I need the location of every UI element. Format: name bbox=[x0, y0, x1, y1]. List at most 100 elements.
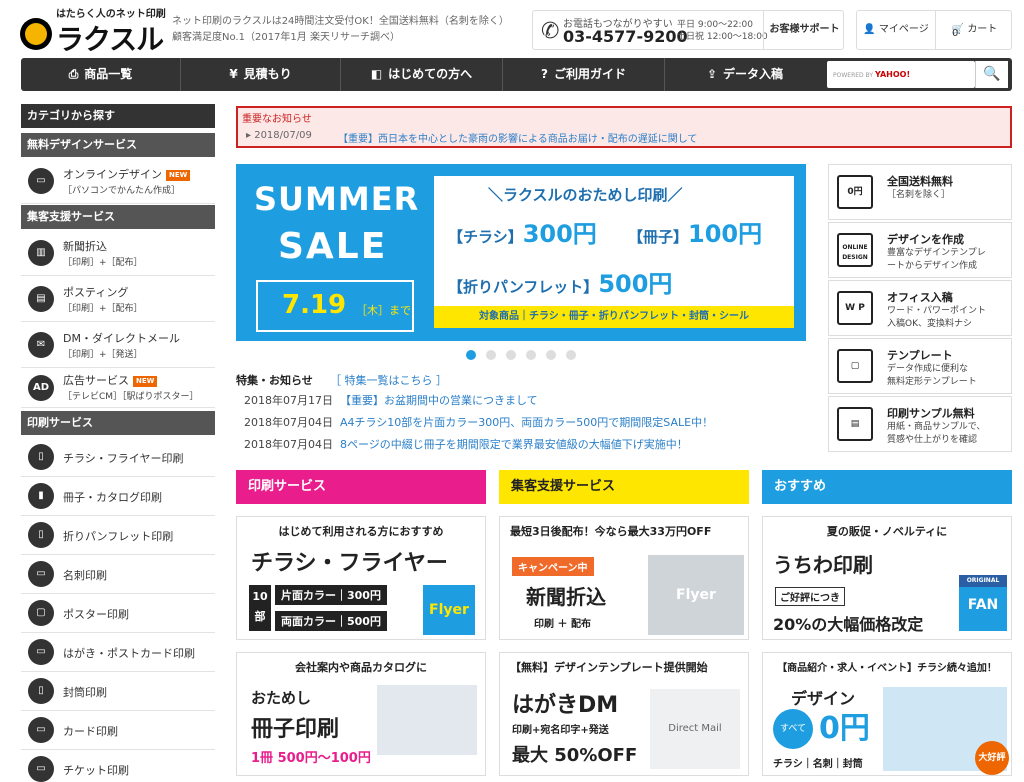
sidebar-item-dm[interactable]: ✉ DM・ダイレクトメール ［印刷］+［発送］ bbox=[21, 322, 215, 368]
card-title: 冊子印刷 bbox=[251, 717, 340, 742]
sidebar-item-postcard[interactable]: ▭ はがき・ポストカード印刷 bbox=[21, 633, 215, 672]
sidebar: カテゴリから探す 無料デザインサービス ▭ オンラインデザイン NEW ［パソコン… bbox=[21, 104, 215, 782]
person-icon: 👤 bbox=[863, 24, 879, 35]
news-text: A4チラシ10部を片面カラー300円、両面カラー500円で期間限定SALE中！ bbox=[340, 416, 714, 429]
news-item[interactable]: 2018年07月04日 8ページの中綴じ冊子を期間限定で業界最安値級の大幅値下げ実… bbox=[244, 436, 688, 452]
card-bubble: すべて bbox=[773, 709, 813, 749]
ticket-icon: ▭ bbox=[28, 756, 54, 782]
section-print-service[interactable]: 印刷サービス bbox=[236, 470, 486, 504]
carousel-dot[interactable] bbox=[466, 350, 476, 360]
tagline-line-1: ネット印刷のラクスルは24時間注文受付OK！全国送料無料（名刺を除く） bbox=[172, 16, 509, 27]
nav-products[interactable]: ⎙ 商品一覧 bbox=[21, 58, 181, 91]
sidebar-item-cardprint[interactable]: ▭ カード印刷 bbox=[21, 711, 215, 750]
feature-sub-line: 無料定形テンプレート bbox=[887, 377, 977, 387]
card-price: 0円 bbox=[819, 711, 870, 746]
card-postcard-dm[interactable]: 【無料】デザインテンプレート提供開始 はがきDM 印刷+宛名印字+発送 最大 5… bbox=[499, 652, 749, 776]
card-newspaper[interactable]: 最短3日後配布！今なら最大33万円OFF キャンペーン中 新聞折込 印刷 ＋ 配… bbox=[499, 516, 749, 640]
feature-sub-line: 質感や仕上がりを確認 bbox=[887, 435, 978, 445]
section-promo-service[interactable]: 集客支援サービス bbox=[499, 470, 749, 504]
sidebar-item-pamphlet[interactable]: ▯ 折りパンフレット印刷 bbox=[21, 516, 215, 555]
sidebar-item-card[interactable]: ▭ 名刺印刷 bbox=[21, 555, 215, 594]
feature-sub: ［名刺を除く］ bbox=[887, 189, 950, 202]
search-powered: POWERED BY bbox=[833, 72, 874, 79]
banner-offer-booklet: 【冊子】100円 bbox=[628, 214, 762, 249]
search-input[interactable]: POWERED BY YAHOO! bbox=[827, 61, 975, 88]
mailbox-icon: ▤ bbox=[28, 286, 54, 312]
campaign-tag: キャンペーン中 bbox=[512, 557, 594, 576]
nav-upload[interactable]: ⇪ データ入稿 bbox=[665, 58, 825, 91]
cart-button[interactable]: 0 🛒 カート bbox=[935, 11, 1013, 49]
banner-headline: ＼ラクスルのおためし印刷／ bbox=[488, 186, 683, 204]
card-discount: 20%の大幅価格改定 bbox=[773, 615, 924, 634]
card-booklet[interactable]: 会社案内や商品カタログに おためし 冊子印刷 1冊 500円～100円 bbox=[236, 652, 486, 776]
news-item[interactable]: 2018年07月17日 【重要】お盆期間中の営業につきまして bbox=[244, 392, 538, 408]
sidebar-item-ad[interactable]: AD 広告サービス NEW ［テレビCM］［駅ばりポスター］ bbox=[21, 368, 215, 408]
site-tagline: ネット印刷のラクスルは24時間注文受付OK！全国送料無料（名刺を除く） 顧客満足… bbox=[172, 14, 509, 46]
card-flyer[interactable]: はじめて利用される方におすすめ チラシ・フライヤー 10部 片面カラー｜300円… bbox=[236, 516, 486, 640]
carousel-dot[interactable] bbox=[486, 350, 496, 360]
sidebar-item-sub: ［印刷］+［配布］ bbox=[63, 304, 143, 314]
carousel-dot[interactable] bbox=[566, 350, 576, 360]
card-fan[interactable]: 夏の販促・ノベルティに うちわ印刷 ご好評につき 20%の大幅価格改定 ORIG… bbox=[762, 516, 1012, 640]
nav-beginner[interactable]: ◧ はじめての方へ bbox=[341, 58, 503, 91]
sidebar-item-ticket[interactable]: ▭ チケット印刷 bbox=[21, 750, 215, 782]
sidebar-item-poster[interactable]: ▢ ポスター印刷 bbox=[21, 594, 215, 633]
hours-weekday: 平日 9:00～22:00 bbox=[677, 20, 754, 30]
sidebar-item-envelope[interactable]: ▯ 封筒印刷 bbox=[21, 672, 215, 711]
feature-design[interactable]: ONLINE DESIGN デザインを作成 豊富なデザインテンプレ ートからデザイ… bbox=[828, 222, 1012, 278]
feature-sub: データ作成に便利な 無料定形テンプレート bbox=[887, 363, 977, 389]
question-icon: ? bbox=[541, 67, 548, 81]
support-button[interactable]: お客様サポート bbox=[763, 11, 845, 49]
yen-icon: ¥ bbox=[229, 67, 238, 81]
sidebar-item-flyer[interactable]: ▯ チラシ・フライヤー印刷 bbox=[21, 438, 215, 477]
sidebar-item-online-design[interactable]: ▭ オンラインデザイン NEW ［パソコンでかんたん作成］ bbox=[21, 158, 215, 204]
feature-sub: 豊富なデザインテンプレ ートからデザイン作成 bbox=[887, 247, 986, 273]
feature-sample[interactable]: ▤ 印刷サンプル無料 用紙・商品サンプルで、 質感や仕上がりを確認 bbox=[828, 396, 1012, 452]
phone-hours: 平日 9:00～22:00 土日祝 12:00～18:00 bbox=[677, 19, 768, 43]
logo[interactable]: ラクスル bbox=[56, 18, 164, 58]
offer-booklet-label: 【冊子】 bbox=[628, 228, 689, 246]
logo-mark[interactable] bbox=[20, 18, 52, 50]
feature-office[interactable]: W P オフィス入稿 ワード・パワーポイント 入稿OK、変換料ナシ bbox=[828, 280, 1012, 336]
beginner-icon: ◧ bbox=[370, 67, 383, 81]
card-caption: 夏の販促・ノベルティに bbox=[826, 525, 948, 538]
account-box: 👤 マイページ 0 🛒 カート bbox=[856, 10, 1012, 50]
sidebar-item-booklet[interactable]: ▮ 冊子・カタログ印刷 bbox=[21, 477, 215, 516]
sidebar-item-sub: ［パソコンでかんたん作成］ bbox=[63, 186, 181, 196]
banner-date-box: 7.19 ［木］まで bbox=[256, 280, 414, 332]
card-subtitle: 印刷+宛名印字+発送 bbox=[512, 725, 609, 736]
card-design[interactable]: 【商品紹介・求人・イベント】チラシ続々追加！ デザイン すべて 0円 チラシ｜名… bbox=[762, 652, 1012, 776]
nav-guide[interactable]: ? ご利用ガイド bbox=[503, 58, 665, 91]
nav-estimate[interactable]: ¥ 見積もり bbox=[181, 58, 341, 91]
pamphlet-icon: ▯ bbox=[28, 522, 54, 548]
feature-template[interactable]: ▢ テンプレート データ作成に便利な 無料定形テンプレート bbox=[828, 338, 1012, 394]
mypage-button[interactable]: 👤 マイページ bbox=[857, 11, 935, 49]
nav-upload-label: データ入稿 bbox=[723, 67, 784, 81]
sidebar-item-sub: ［印刷］+［発送］ bbox=[63, 350, 143, 360]
sidebar-item-newspaper[interactable]: ▥ 新聞折込 ［印刷］+［配布］ bbox=[21, 230, 215, 276]
phone-number[interactable]: 03-4577-9200 bbox=[563, 27, 688, 46]
important-notice: 重要なお知らせ ▸ 2018/07/09 【重要】西日本を中心とした豪雨の影響に… bbox=[236, 106, 1012, 148]
feature-sub-line: データ作成に便利な bbox=[887, 364, 969, 374]
card-flyer-image: Flyer bbox=[423, 585, 475, 635]
sidebar-item-posting[interactable]: ▤ ポスティング ［印刷］+［配布］ bbox=[21, 276, 215, 322]
carousel-dot[interactable] bbox=[506, 350, 516, 360]
banner-summer: SUMMER bbox=[254, 180, 420, 218]
hero-banner[interactable]: SUMMER SALE 7.19 ［木］まで ＼ラクスルのおためし印刷／ 【チラ… bbox=[236, 164, 806, 341]
sidebar-item-sub: ［テレビCM］［駅ばりポスター］ bbox=[63, 392, 199, 402]
sidebar-title: カテゴリから探す bbox=[21, 104, 215, 128]
feature-free-shipping[interactable]: 0円 全国送料無料 ［名刺を除く］ bbox=[828, 164, 1012, 220]
section-recommend[interactable]: おすすめ bbox=[762, 470, 1012, 504]
news-all-link[interactable]: ［ 特集一覧はこちら ］ bbox=[330, 372, 447, 388]
news-item[interactable]: 2018年07月04日 A4チラシ10部を片面カラー300円、両面カラー500円で… bbox=[244, 414, 713, 430]
truck-icon: 0円 bbox=[837, 175, 873, 209]
banner-products: 対象商品｜チラシ・冊子・折りパンフレット・封筒・シール bbox=[434, 306, 794, 328]
feature-title: テンプレート bbox=[887, 349, 953, 362]
carousel-dot[interactable] bbox=[546, 350, 556, 360]
nav-products-label: 商品一覧 bbox=[84, 67, 133, 81]
notice-link[interactable]: 【重要】西日本を中心とした豪雨の影響による商品お届け・配布の遅延に関して bbox=[338, 130, 697, 145]
office-icon: W P bbox=[837, 291, 873, 325]
search-button[interactable]: 🔍 bbox=[975, 61, 1008, 88]
phone-box: ✆ お電話もつながりやすい 03-4577-9200 平日 9:00～22:00… bbox=[532, 10, 844, 50]
carousel-dot[interactable] bbox=[526, 350, 536, 360]
